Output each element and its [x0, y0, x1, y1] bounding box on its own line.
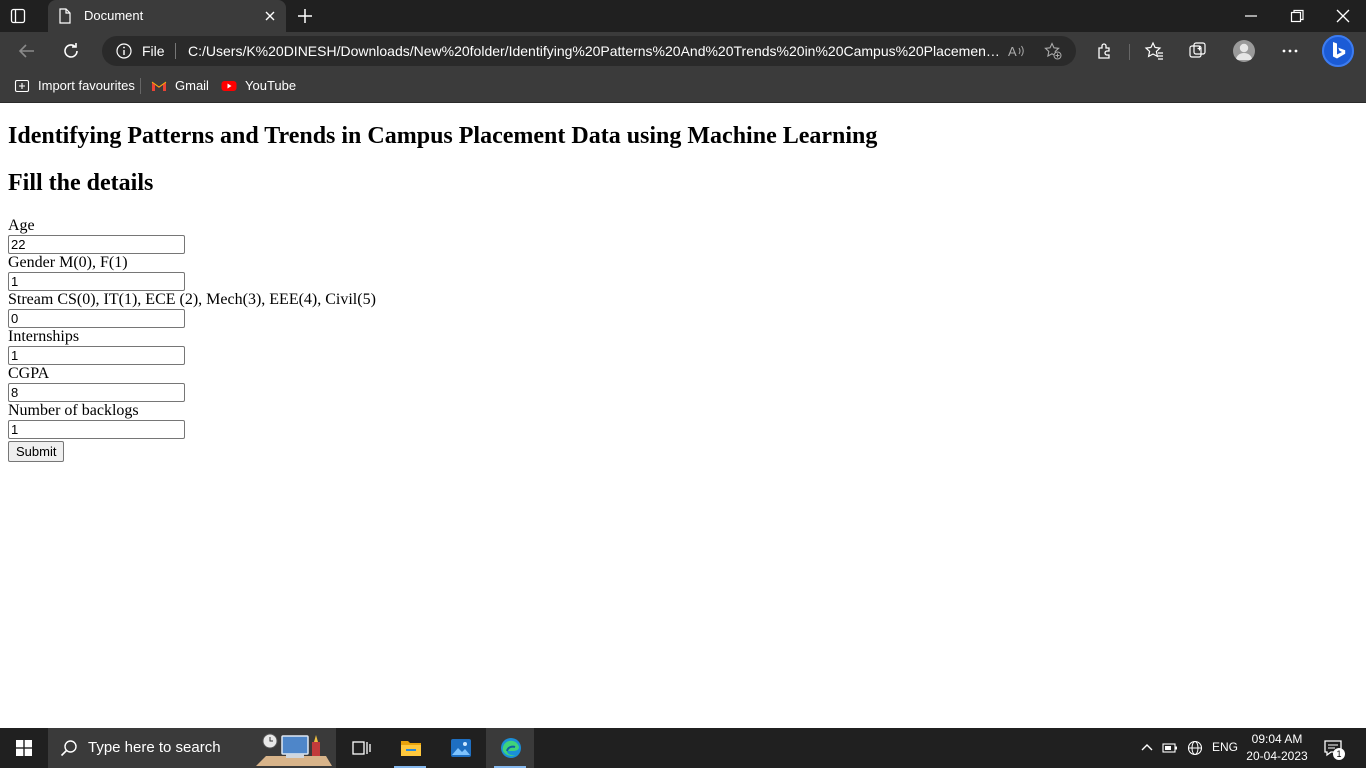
page-content: Identifying Patterns and Trends in Campu… — [0, 103, 1366, 728]
form-heading: Fill the details — [8, 170, 154, 196]
gmail-icon — [151, 81, 167, 91]
read-aloud-icon[interactable]: A — [1008, 43, 1026, 59]
system-clock[interactable]: 09:04 AM 20-04-2023 — [1246, 731, 1308, 765]
task-view-button[interactable] — [336, 728, 384, 768]
toolbar-separator — [1129, 44, 1130, 60]
edge-icon — [501, 738, 521, 758]
bookmark-gmail[interactable]: Gmail — [151, 76, 211, 96]
taskbar-photos[interactable] — [436, 728, 484, 768]
photos-icon — [451, 739, 471, 757]
bookmark-import-favourites[interactable]: Import favourites — [14, 76, 135, 96]
bing-chat-button[interactable] — [1322, 35, 1354, 67]
cgpa-label: CGPA — [8, 365, 50, 382]
clock-time: 09:04 AM — [1251, 732, 1303, 746]
add-favourite-icon[interactable] — [1044, 42, 1062, 60]
url-text[interactable]: C:/Users/K%20DINESH/Downloads/New%20fold… — [188, 43, 1002, 59]
gender-label: Gender M(0), F(1) — [8, 254, 128, 271]
page-title: Identifying Patterns and Trends in Campu… — [8, 123, 878, 149]
bookmark-youtube[interactable]: YouTube — [221, 76, 297, 96]
cgpa-input[interactable] — [8, 383, 185, 402]
backlogs-input[interactable] — [8, 420, 185, 439]
address-bar[interactable]: File C:/Users/K%20DINESH/Downloads/New%2… — [102, 36, 1076, 66]
notification-count-badge: 1 — [1333, 748, 1345, 760]
backlogs-label: Number of backlogs — [8, 402, 139, 419]
back-icon[interactable] — [18, 42, 36, 60]
battery-icon[interactable] — [1162, 740, 1178, 756]
collections-icon[interactable] — [1188, 41, 1208, 61]
internships-input[interactable] — [8, 346, 185, 365]
taskbar: Type here to search ENG 09:04 AM 20-04-2… — [0, 728, 1366, 768]
search-placeholder: Type here to search — [88, 739, 221, 756]
youtube-icon — [221, 81, 237, 91]
network-globe-icon[interactable] — [1187, 740, 1203, 756]
tab-actions-icon[interactable] — [10, 8, 26, 24]
stream-label: Stream CS(0), IT(1), ECE (2), Mech(3), E… — [8, 291, 376, 308]
info-icon[interactable] — [116, 43, 132, 59]
bookmark-label: Import favourites — [38, 78, 135, 93]
age-label: Age — [8, 217, 35, 234]
taskbar-file-explorer[interactable] — [386, 728, 434, 768]
person-icon — [1236, 43, 1252, 60]
internships-label: Internships — [8, 328, 80, 345]
search-highlight-illustration-icon — [256, 733, 332, 766]
new-tab-icon[interactable] — [296, 7, 314, 25]
chevron-up-icon[interactable] — [1139, 740, 1155, 756]
restore-icon[interactable] — [1289, 8, 1305, 24]
submit-button[interactable]: Submit — [8, 441, 65, 462]
address-separator — [175, 43, 176, 59]
tab-strip: Document — [0, 0, 1366, 32]
profile-avatar[interactable] — [1233, 40, 1255, 62]
favourites-bar: Import favourites Gmail YouTube — [0, 70, 1366, 103]
language-indicator[interactable]: ENG — [1212, 740, 1238, 754]
document-icon — [59, 8, 71, 24]
tab-title: Document — [84, 8, 144, 23]
placement-form: Age Gender M(0), F(1) Stream CS(0), IT(1… — [8, 217, 608, 462]
svg-text:A: A — [1008, 44, 1017, 59]
search-icon — [60, 740, 77, 757]
more-options-icon[interactable] — [1280, 41, 1300, 61]
refresh-icon[interactable] — [62, 42, 80, 60]
favourites-icon[interactable] — [1144, 41, 1164, 61]
taskbar-search-box[interactable]: Type here to search — [48, 728, 336, 768]
bookmark-label: Gmail — [175, 78, 209, 93]
age-input[interactable] — [8, 235, 185, 254]
minimize-icon[interactable] — [1243, 8, 1259, 24]
taskbar-edge[interactable] — [486, 728, 534, 768]
bookmark-separator — [140, 78, 141, 94]
active-tab[interactable]: Document — [48, 0, 286, 32]
close-window-icon[interactable] — [1335, 8, 1351, 24]
bookmark-label: YouTube — [245, 78, 297, 93]
windows-start-icon[interactable] — [16, 740, 32, 756]
file-explorer-icon — [401, 741, 421, 756]
import-icon — [14, 79, 30, 93]
extensions-icon[interactable] — [1095, 41, 1115, 61]
clock-date: 20-04-2023 — [1246, 749, 1308, 763]
task-view-icon — [352, 741, 371, 755]
notification-center-button[interactable]: 1 — [1323, 738, 1345, 760]
browser-toolbar: File C:/Users/K%20DINESH/Downloads/New%2… — [0, 32, 1366, 70]
stream-input[interactable] — [8, 309, 185, 328]
scheme-label[interactable]: File — [142, 43, 165, 59]
close-tab-icon[interactable] — [262, 8, 278, 24]
bing-icon — [1322, 35, 1354, 67]
gender-input[interactable] — [8, 272, 185, 291]
